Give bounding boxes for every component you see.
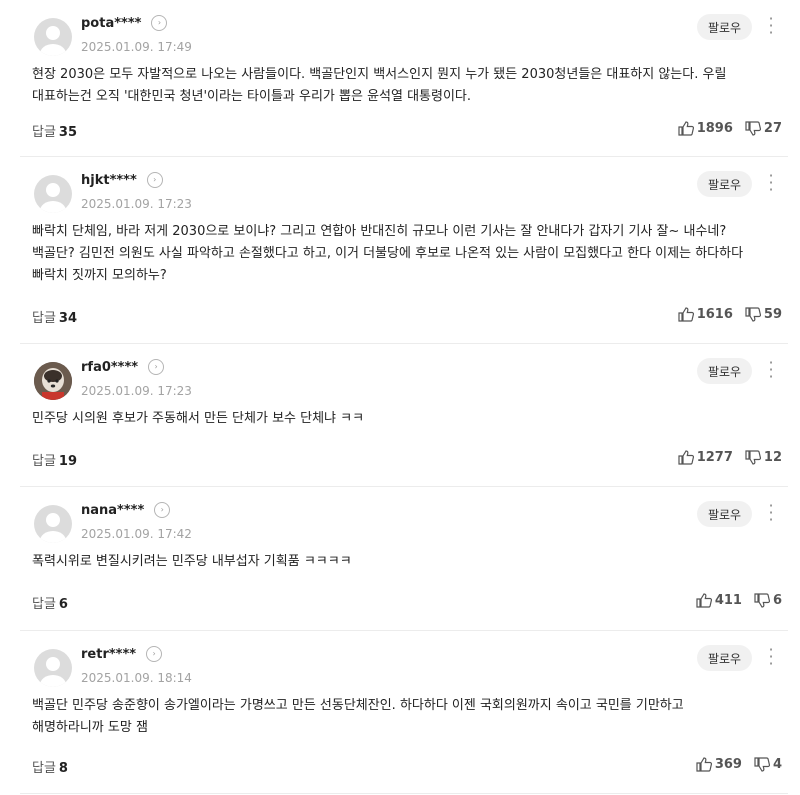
- comment-item: nana**** › 2025.01.09. 17:42 팔로우 · · · 폭력시…: [20, 487, 788, 631]
- like-button[interactable]: 1277: [678, 450, 733, 465]
- follow-button[interactable]: 팔로우: [697, 501, 752, 527]
- thumbs-up-icon: [678, 307, 694, 322]
- author-name[interactable]: pota****: [81, 16, 141, 31]
- comment-date: 2025.01.09. 17:23: [81, 384, 192, 398]
- reply-label: 답글: [32, 454, 56, 469]
- chevron-right-icon[interactable]: ›: [146, 646, 163, 662]
- avatar[interactable]: [34, 649, 72, 687]
- like-count: 1896: [696, 121, 733, 136]
- like-button[interactable]: 411: [696, 593, 742, 608]
- dislike-button[interactable]: 59: [745, 307, 782, 322]
- dislike-button[interactable]: 4: [754, 757, 782, 772]
- reply-count: 34: [58, 311, 78, 326]
- dislike-count: 6: [772, 593, 782, 608]
- more-options-icon[interactable]: · · ·: [764, 11, 778, 41]
- comment-text: 빠락치 단체임, 바라 저게 2030으로 보이냐? 그리고 연합아 반대진히 …: [32, 224, 744, 283]
- vote-group: 1896 27: [678, 121, 782, 136]
- thumbs-down-icon: [745, 121, 761, 136]
- thumbs-up-icon: [696, 593, 712, 608]
- thumbs-down-icon: [754, 593, 770, 608]
- avatar[interactable]: [34, 505, 72, 543]
- dislike-count: 59: [763, 307, 782, 322]
- more-options-icon[interactable]: · · ·: [764, 642, 778, 672]
- comment-text: 민주당 시의원 후보가 주동해서 만든 단체가 보수 단체냐 ㅋㅋ: [32, 411, 365, 426]
- reply-button[interactable]: 답글 19: [32, 450, 77, 469]
- author-name[interactable]: retr****: [81, 647, 136, 662]
- reply-label: 답글: [32, 125, 56, 140]
- like-count: 369: [714, 757, 742, 772]
- avatar[interactable]: [34, 18, 72, 56]
- reply-button[interactable]: 답글 35: [32, 121, 77, 140]
- comment-item: rfa0**** › 2025.01.09. 17:23 팔로우 · · · 민주당…: [20, 344, 788, 487]
- like-count: 1277: [696, 450, 733, 465]
- comment-text: 백골단 민주당 송준향이 송가엘이라는 가명쓰고 만든 선동단체잔인. 하다하다…: [32, 698, 684, 735]
- reply-count: 6: [58, 597, 68, 612]
- dislike-count: 27: [763, 121, 782, 136]
- comment-date: 2025.01.09. 17:42: [81, 527, 192, 541]
- comment-item: retr**** › 2025.01.09. 18:14 팔로우 · · · 백골단…: [20, 631, 788, 794]
- follow-button[interactable]: 팔로우: [697, 358, 752, 384]
- comment-author[interactable]: pota**** ›: [81, 15, 168, 31]
- more-options-icon[interactable]: · · ·: [764, 355, 778, 385]
- thumbs-down-icon: [745, 450, 761, 465]
- reply-count: 35: [58, 125, 78, 140]
- dislike-count: 12: [763, 450, 782, 465]
- comment-item: hjkt**** › 2025.01.09. 17:23 팔로우 · · · 빠락치…: [20, 157, 788, 344]
- more-options-icon[interactable]: · · ·: [764, 498, 778, 528]
- follow-button[interactable]: 팔로우: [697, 14, 752, 40]
- vote-group: 1277 12: [678, 450, 782, 465]
- reply-label: 답글: [32, 597, 56, 612]
- like-button[interactable]: 1616: [678, 307, 733, 322]
- reply-count: 19: [58, 454, 78, 469]
- dislike-button[interactable]: 27: [745, 121, 782, 136]
- comment-date: 2025.01.09. 17:23: [81, 197, 192, 211]
- like-count: 1616: [696, 307, 733, 322]
- comment-item: pota**** › 2025.01.09. 17:49 팔로우 · · · 현장 …: [20, 0, 788, 157]
- dislike-count: 4: [772, 757, 782, 772]
- like-button[interactable]: 369: [696, 757, 742, 772]
- chevron-right-icon[interactable]: ›: [151, 15, 168, 31]
- comment-author[interactable]: nana**** ›: [81, 502, 171, 518]
- chevron-right-icon[interactable]: ›: [154, 502, 171, 518]
- comment-author[interactable]: hjkt**** ›: [81, 172, 163, 188]
- reply-count: 8: [58, 761, 68, 776]
- thumbs-down-icon: [745, 307, 761, 322]
- thumbs-up-icon: [678, 121, 694, 136]
- reply-label: 답글: [32, 761, 56, 776]
- reply-button[interactable]: 답글 8: [32, 757, 68, 776]
- avatar[interactable]: [34, 362, 72, 400]
- chevron-right-icon[interactable]: ›: [148, 359, 165, 375]
- like-button[interactable]: 1896: [678, 121, 733, 136]
- thumbs-up-icon: [696, 757, 712, 772]
- comment-date: 2025.01.09. 17:49: [81, 40, 192, 54]
- author-name[interactable]: hjkt****: [81, 173, 137, 188]
- author-name[interactable]: nana****: [81, 503, 144, 518]
- like-count: 411: [714, 593, 742, 608]
- comment-text: 현장 2030은 모두 자발적으로 나오는 사람들이다. 백골단인지 백서스인지…: [32, 67, 727, 104]
- avatar[interactable]: [34, 175, 72, 213]
- dislike-button[interactable]: 12: [745, 450, 782, 465]
- reply-button[interactable]: 답글 34: [32, 307, 77, 326]
- reply-label: 답글: [32, 311, 56, 326]
- comment-text: 폭력시위로 변질시키려는 민주당 내부섭자 기획품 ㅋㅋㅋㅋ: [32, 554, 352, 569]
- follow-button[interactable]: 팔로우: [697, 645, 752, 671]
- follow-button[interactable]: 팔로우: [697, 171, 752, 197]
- dislike-button[interactable]: 6: [754, 593, 782, 608]
- vote-group: 1616 59: [678, 307, 782, 322]
- thumbs-down-icon: [754, 757, 770, 772]
- thumbs-up-icon: [678, 450, 694, 465]
- comment-date: 2025.01.09. 18:14: [81, 671, 192, 685]
- more-options-icon[interactable]: · · ·: [764, 168, 778, 198]
- comment-author[interactable]: retr**** ›: [81, 646, 163, 662]
- comment-list: pota**** › 2025.01.09. 17:49 팔로우 · · · 현장 …: [0, 0, 800, 794]
- reply-button[interactable]: 답글 6: [32, 593, 68, 612]
- comment-author[interactable]: rfa0**** ›: [81, 359, 165, 375]
- vote-group: 369 4: [696, 757, 782, 772]
- chevron-right-icon[interactable]: ›: [146, 172, 163, 188]
- author-name[interactable]: rfa0****: [81, 360, 138, 375]
- vote-group: 411 6: [696, 593, 782, 608]
